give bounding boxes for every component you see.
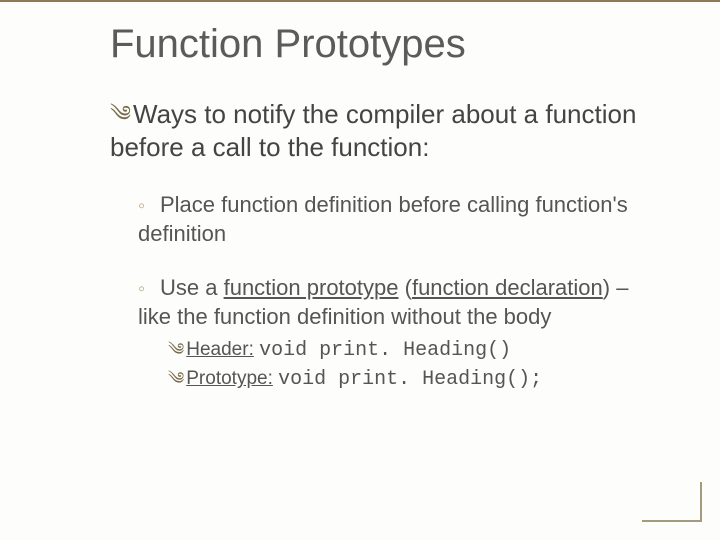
- level2b-underline2: function declaration: [412, 275, 603, 300]
- header-label: Header:: [186, 339, 254, 360]
- level2b-mid: (: [399, 275, 412, 300]
- slide-title: Function Prototypes: [110, 22, 466, 67]
- level1-text: Ways to notify the compiler about a func…: [110, 99, 636, 162]
- swirl-icon: ༄: [110, 101, 131, 126]
- prototype-label: Prototype:: [186, 368, 273, 389]
- slide: Function Prototypes ༄Ways to notify the …: [0, 0, 720, 540]
- corner-decoration: [642, 482, 702, 522]
- header-code: void print. Heading(): [259, 339, 511, 362]
- prototype-code: void print. Heading();: [278, 368, 542, 391]
- ring-icon: ◦: [138, 276, 150, 302]
- bullet-level1: ༄Ways to notify the compiler about a fun…: [110, 98, 660, 163]
- swirl-icon: ༄: [168, 369, 184, 388]
- level2b-pre: Use a: [160, 275, 224, 300]
- level2b-underline1: function prototype: [224, 275, 399, 300]
- bullet-level3-header: ༄Header: void print. Heading(): [168, 337, 660, 364]
- swirl-icon: ༄: [168, 340, 184, 359]
- bullet-level2-b: ◦ Use a function prototype (function decl…: [138, 274, 660, 331]
- bullet-level3-prototype: ༄Prototype: void print. Heading();: [168, 366, 660, 393]
- top-border: [0, 0, 720, 2]
- bullet-level2-a: ◦Place function definition before callin…: [138, 191, 660, 248]
- slide-body: ༄Ways to notify the compiler about a fun…: [110, 98, 660, 395]
- ring-icon: ◦: [138, 193, 150, 219]
- level2a-text: Place function definition before calling…: [138, 192, 628, 246]
